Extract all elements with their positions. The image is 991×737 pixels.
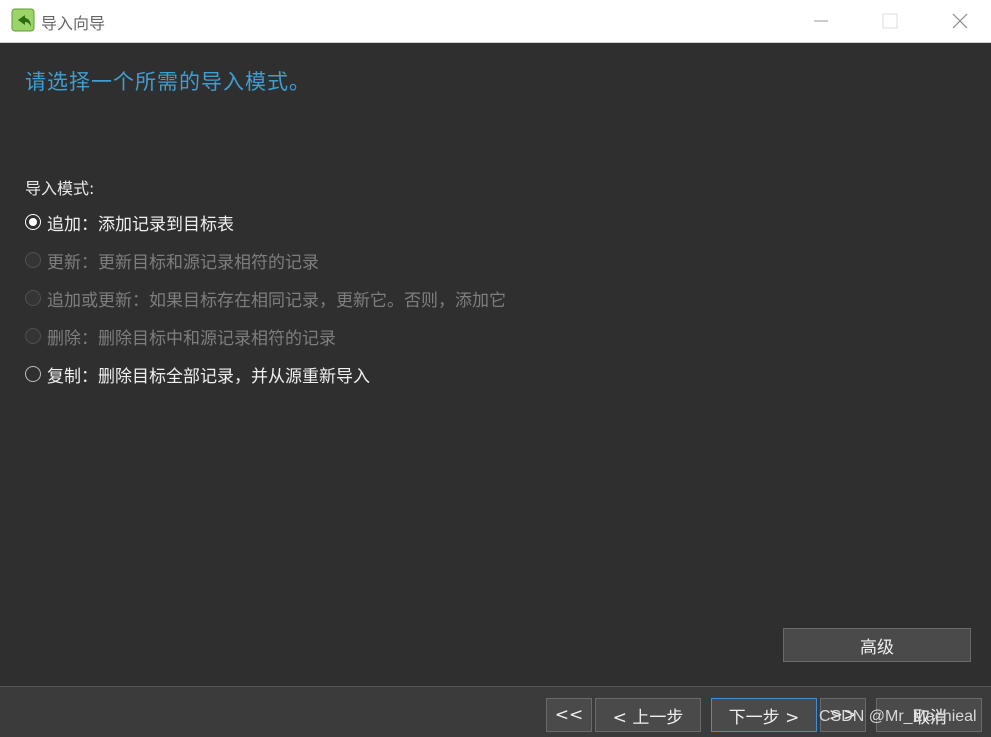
- radio-option-label: 删除：删除目标中和源记录相符的记录: [47, 328, 336, 349]
- first-step-button[interactable]: <<: [546, 698, 592, 732]
- radio-option-label: 追加：添加记录到目标表: [47, 214, 234, 235]
- next-button[interactable]: 下一步 >: [711, 698, 817, 732]
- radio-option-append[interactable]: 追加：添加记录到目标表: [25, 210, 234, 235]
- maximize-button[interactable]: [860, 0, 920, 42]
- radio-option-copy[interactable]: 复制：删除目标全部记录，并从源重新导入: [25, 362, 370, 387]
- radio-option-update: 更新：更新目标和源记录相符的记录: [25, 248, 319, 273]
- radio-option-delete: 删除：删除目标中和源记录相符的记录: [25, 324, 336, 349]
- radio-checked-icon[interactable]: [25, 214, 41, 230]
- title-bar: 导入向导: [0, 0, 991, 43]
- radio-option-label: 复制：删除目标全部记录，并从源重新导入: [47, 366, 370, 387]
- radio-unchecked-icon: [25, 290, 41, 306]
- import-mode-label: 导入模式:: [25, 179, 95, 198]
- radio-option-label: 更新：更新目标和源记录相符的记录: [47, 252, 319, 273]
- import-wizard-icon: [11, 8, 35, 32]
- radio-unchecked-icon: [25, 252, 41, 268]
- minimize-button[interactable]: [791, 0, 851, 42]
- back-button[interactable]: < 上一步: [595, 698, 701, 732]
- radio-option-append-or-update: 追加或更新：如果目标存在相同记录，更新它。否则，添加它: [25, 286, 506, 311]
- radio-unchecked-icon[interactable]: [25, 366, 41, 382]
- close-button[interactable]: [930, 0, 990, 42]
- window-title: 导入向导: [41, 14, 106, 33]
- advanced-button[interactable]: 高级: [783, 628, 971, 662]
- watermark-text: CSDN @Mr_Machieal: [819, 708, 977, 725]
- page-title: 请选择一个所需的导入模式。: [25, 70, 311, 94]
- radio-unchecked-icon: [25, 328, 41, 344]
- radio-option-label: 追加或更新：如果目标存在相同记录，更新它。否则，添加它: [47, 290, 506, 311]
